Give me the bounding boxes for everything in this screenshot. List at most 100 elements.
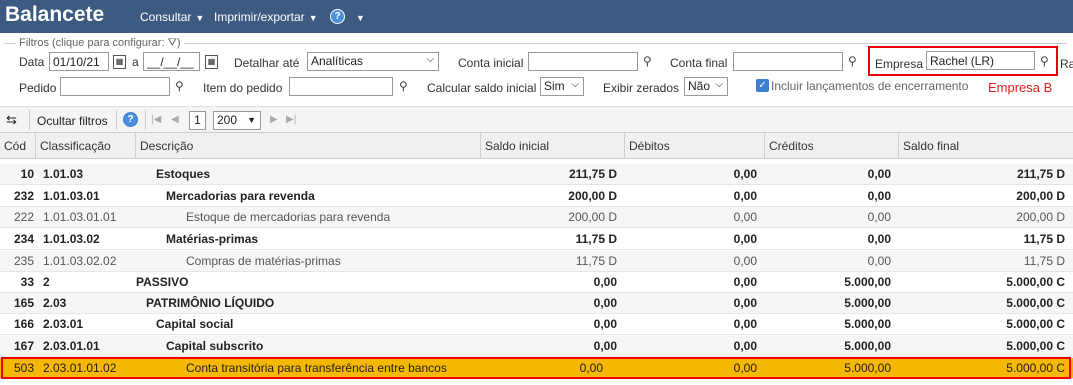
cell-cod: 165 <box>13 296 34 310</box>
search-icon[interactable]: ⚲ <box>1040 54 1049 68</box>
calc-saldo-value: Sim <box>544 79 565 93</box>
exibir-zerados-value: Não <box>688 79 711 93</box>
cell-saldo-final: 11,75 D <box>1023 232 1065 246</box>
cell-classificacao: 1.01.03 <box>43 167 84 181</box>
conta-inicial-label: Conta inicial <box>458 56 524 70</box>
cell-creditos: 5.000,00 <box>844 275 891 289</box>
cell-classificacao: 2.03.01 <box>43 317 84 331</box>
cell-debitos: 0,00 <box>733 210 757 224</box>
incluir-encerramento-checkbox[interactable]: ✓ <box>756 79 769 92</box>
cell-debitos: 0,00 <box>733 296 757 310</box>
menu-imprimir-exportar[interactable]: Imprimir/exportar ▼ <box>214 10 318 24</box>
menu-consultar-label: Consultar <box>140 10 192 24</box>
cell-cod: 167 <box>13 339 34 353</box>
page-number-input[interactable]: 1 <box>189 111 206 130</box>
table-row[interactable]: 165 2.03 PATRIMÔNIO LÍQUIDO 0,00 0,00 5.… <box>0 293 1073 314</box>
cell-debitos: 0,00 <box>733 339 757 353</box>
help-icon[interactable]: ? <box>330 9 345 24</box>
cell-cod: 10 <box>20 167 34 181</box>
detalhar-value: Analíticas <box>311 54 364 68</box>
grid-toolbar: ⇆ Ocultar filtros ? |◀ ◀ 1 200 ▼ ▶ ▶| <box>0 106 1073 133</box>
exibir-zerados-select[interactable]: Não ⌵ <box>684 77 728 96</box>
col-header-saldo-inicial[interactable]: Saldo inicial <box>481 133 625 159</box>
col-header-classificacao[interactable]: Classificação <box>36 133 136 159</box>
col-header-debitos[interactable]: Débitos <box>625 133 765 159</box>
cell-saldo-inicial: 0,00 <box>593 275 617 289</box>
table-row[interactable]: 33 2 PASSIVO 0,00 0,00 5.000,00 5.000,00… <box>0 272 1073 293</box>
cell-cod: 222 <box>13 210 34 224</box>
cell-debitos: 0,00 <box>733 167 757 181</box>
data-from-input[interactable] <box>49 52 109 71</box>
col-header-descricao[interactable]: Descrição <box>136 133 481 159</box>
table-row[interactable]: 10 1.01.03 Estoques 211,75 D 0,00 0,00 2… <box>0 164 1073 185</box>
app-header: Balancete Consultar ▼ Imprimir/exportar ▼ … <box>0 0 1073 33</box>
search-icon[interactable]: ⚲ <box>643 54 652 68</box>
table-row[interactable]: 234 1.01.03.02 Matérias-primas 11,75 D 0… <box>0 229 1073 250</box>
col-header-saldo-final[interactable]: Saldo final <box>899 133 1073 159</box>
cell-descricao: PATRIMÔNIO LÍQUIDO <box>146 296 275 310</box>
cell-saldo-final: 200,00 D <box>1016 210 1065 224</box>
exibir-zerados-label: Exibir zerados <box>603 81 680 95</box>
table-row[interactable]: 166 2.03.01 Capital social 0,00 0,00 5.0… <box>0 314 1073 335</box>
grid-header: Cód Classificação Descrição Saldo inicia… <box>0 133 1073 159</box>
hide-filters-button[interactable]: Ocultar filtros <box>37 114 108 128</box>
cell-creditos: 0,00 <box>867 254 891 268</box>
data-label: Data <box>19 55 45 69</box>
conta-inicial-input[interactable] <box>528 52 638 71</box>
cell-saldo-final: 5.000,00 C <box>1006 339 1065 353</box>
help-menu-dropdown[interactable]: ▼ <box>352 10 365 24</box>
chevron-down-icon: ▼ <box>308 13 318 23</box>
cell-cod: 235 <box>13 254 34 268</box>
cell-classificacao: 1.01.03.02.02 <box>43 254 117 268</box>
cell-debitos: 0,00 <box>733 189 757 203</box>
menu-consultar[interactable]: Consultar ▼ <box>140 10 204 24</box>
calendar-icon[interactable]: ▦ <box>205 55 218 69</box>
pedido-input[interactable] <box>60 77 170 96</box>
calc-saldo-label: Calcular saldo inicial <box>427 81 537 95</box>
cell-classificacao: 2.03 <box>43 296 67 310</box>
filters-legend[interactable]: Filtros (clique para configurar: ⛛) <box>16 37 184 50</box>
conta-final-input[interactable] <box>733 52 843 71</box>
refresh-icon[interactable]: ⇆ <box>6 112 17 128</box>
cell-saldo-inicial: 11,75 D <box>575 232 617 246</box>
cell-saldo-inicial: 211,75 D <box>568 167 617 181</box>
data-to-input[interactable] <box>143 52 200 71</box>
last-page-icon[interactable]: ▶| <box>286 114 296 125</box>
item-pedido-input[interactable] <box>289 77 393 96</box>
cell-saldo-inicial: 11,75 D <box>575 254 617 268</box>
page-size-select[interactable]: 200 ▼ <box>213 111 261 130</box>
page-size-value: 200 <box>217 113 238 127</box>
table-row[interactable]: 232 1.01.03.01 Mercadorias para revenda … <box>0 186 1073 207</box>
cell-descricao: Estoques <box>156 167 211 181</box>
first-page-icon[interactable]: |◀ <box>151 114 161 125</box>
cell-debitos: 0,00 <box>733 254 757 268</box>
cell-creditos: 5.000,00 <box>844 296 891 310</box>
chevron-down-icon: ⌵ <box>426 54 434 65</box>
conta-final-label: Conta final <box>670 56 728 70</box>
cell-saldo-inicial: 0,00 <box>593 339 617 353</box>
detalhar-label: Detalhar até <box>234 56 300 70</box>
calendar-icon[interactable]: ▦ <box>113 55 126 69</box>
col-header-cod[interactable]: Cód <box>0 133 36 159</box>
cell-saldo-inicial: 0,00 <box>593 296 617 310</box>
table-row[interactable]: 167 2.03.01.01 Capital subscrito 0,00 0,… <box>0 336 1073 357</box>
help-icon[interactable]: ? <box>123 112 138 127</box>
search-icon[interactable]: ⚲ <box>399 79 408 93</box>
col-header-creditos[interactable]: Créditos <box>765 133 899 159</box>
cell-creditos: 0,00 <box>867 210 891 224</box>
next-page-icon[interactable]: ▶ <box>270 114 278 125</box>
detalhar-select[interactable]: Analíticas ⌵ <box>307 52 439 71</box>
table-row[interactable]: 222 1.01.03.01.01 Estoque de mercadorias… <box>0 207 1073 228</box>
empresa-input[interactable] <box>926 51 1035 70</box>
cell-debitos: 0,00 <box>733 275 757 289</box>
chevron-down-icon: ▼ <box>356 13 365 23</box>
overflow-label: Ra <box>1060 57 1073 71</box>
calc-saldo-select[interactable]: Sim ⌵ <box>540 77 584 96</box>
prev-page-icon[interactable]: ◀ <box>171 114 179 125</box>
table-row[interactable]: 235 1.01.03.02.02 Compras de matérias-pr… <box>0 251 1073 272</box>
search-icon[interactable]: ⚲ <box>848 54 857 68</box>
cell-debitos: 0,00 <box>733 317 757 331</box>
search-icon[interactable]: ⚲ <box>175 79 184 93</box>
cell-descricao: Capital social <box>156 317 234 331</box>
filter-icon: ⛛ <box>167 37 177 49</box>
